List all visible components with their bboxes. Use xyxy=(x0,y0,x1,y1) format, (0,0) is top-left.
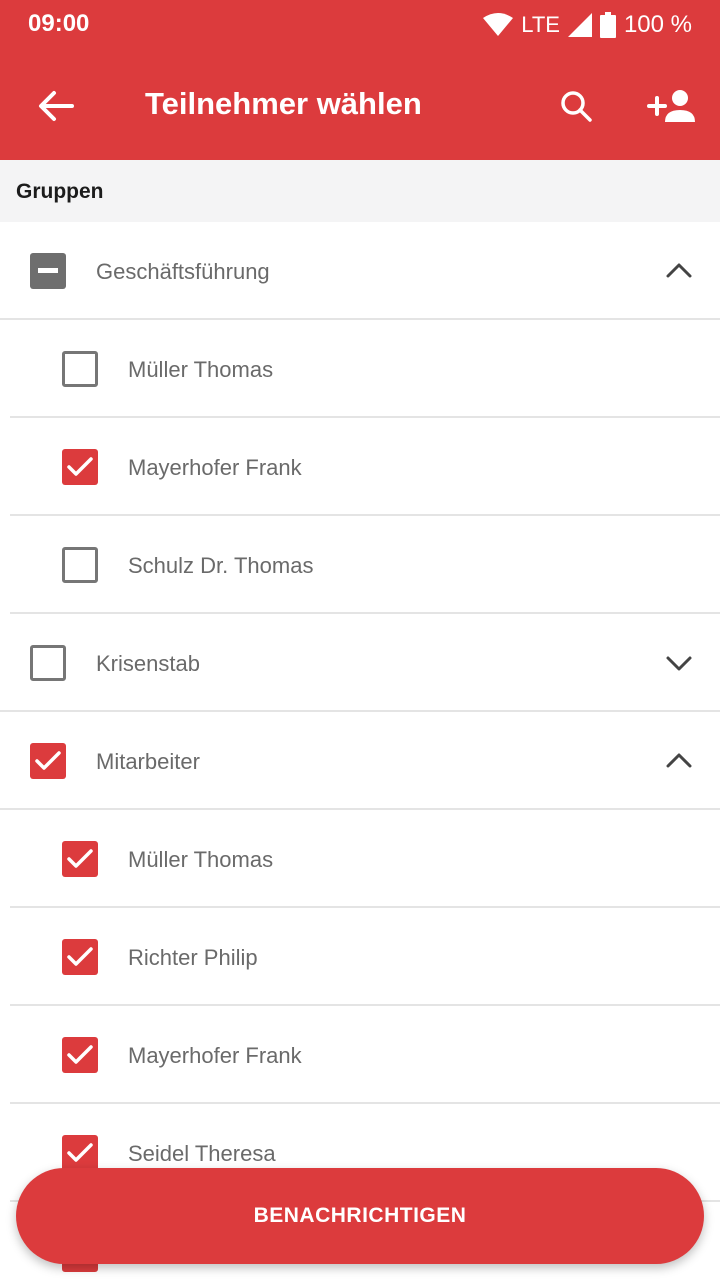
member-checkbox[interactable] xyxy=(62,841,98,877)
member-label: Richter Philip xyxy=(128,945,258,970)
search-icon xyxy=(561,91,592,122)
chevron-up-icon[interactable] xyxy=(664,746,694,776)
member-label: Mayerhofer Frank xyxy=(128,455,302,480)
section-header: Gruppen xyxy=(0,160,720,222)
group-label: Mitarbeiter xyxy=(96,749,200,774)
checkmark-icon xyxy=(67,947,93,966)
network-type: LTE xyxy=(521,12,560,37)
member-checkbox[interactable] xyxy=(62,939,98,975)
battery-level: 100 % xyxy=(623,11,692,38)
notify-button[interactable]: BENACHRICHTIGEN xyxy=(16,1168,704,1264)
member-label: Mayerhofer Frank xyxy=(128,1043,302,1068)
group-label: Krisenstab xyxy=(96,651,200,676)
status-bar: 09:00 LTE 100 % xyxy=(0,0,720,50)
page-title: Teilnehmer wählen xyxy=(145,86,422,121)
member-row[interactable]: Mayerhofer Frank xyxy=(0,418,720,516)
search-button[interactable] xyxy=(556,86,596,126)
chevron-down-icon[interactable] xyxy=(664,648,694,678)
status-indicators: LTE 100 % xyxy=(483,10,692,40)
wifi-icon xyxy=(483,13,514,36)
checkmark-icon xyxy=(67,1045,93,1064)
member-checkbox[interactable] xyxy=(62,449,98,485)
group-row-krisenstab[interactable]: Krisenstab xyxy=(0,614,720,712)
signal-icon xyxy=(567,13,592,37)
notify-button-label: BENACHRICHTIGEN xyxy=(253,1204,467,1227)
member-row[interactable]: Müller Thomas xyxy=(0,320,720,418)
arrow-left-icon xyxy=(39,91,74,121)
app-bar: 09:00 LTE 100 % Teilnehmer wählen xyxy=(0,0,720,160)
member-checkbox[interactable] xyxy=(62,547,98,583)
chevron-up-icon[interactable] xyxy=(664,256,694,286)
member-checkbox[interactable] xyxy=(62,351,98,387)
back-button[interactable] xyxy=(36,86,76,126)
checkmark-icon xyxy=(67,457,93,476)
member-label: Schulz Dr. Thomas xyxy=(128,553,314,578)
member-label: Müller Thomas xyxy=(128,847,274,872)
member-checkbox[interactable] xyxy=(62,1135,98,1171)
group-row-mitarbeiter[interactable]: Mitarbeiter xyxy=(0,712,720,810)
section-title: Gruppen xyxy=(16,180,104,203)
member-row[interactable]: Müller Thomas xyxy=(0,810,720,908)
add-participant-button[interactable] xyxy=(646,84,698,128)
checkmark-icon xyxy=(67,1143,93,1162)
checkmark-icon xyxy=(67,849,93,868)
member-row[interactable]: Mayerhofer Frank xyxy=(0,1006,720,1104)
group-row-geschaeftsfuehrung[interactable]: Geschäftsführung xyxy=(0,222,720,320)
member-row[interactable]: Richter Philip xyxy=(0,908,720,1006)
member-label: Seidel Theresa xyxy=(128,1141,276,1166)
member-label: Müller Thomas xyxy=(128,357,274,382)
minus-icon xyxy=(38,268,58,273)
checkmark-icon xyxy=(35,751,61,770)
group-label: Geschäftsführung xyxy=(96,259,270,284)
member-checkbox[interactable] xyxy=(62,1037,98,1073)
group-checkbox[interactable] xyxy=(30,743,66,779)
battery-icon xyxy=(599,12,616,38)
add-person-icon xyxy=(647,90,695,122)
group-checkbox[interactable] xyxy=(30,645,66,681)
status-time: 09:00 xyxy=(28,10,90,37)
group-checkbox[interactable] xyxy=(30,253,66,289)
member-row[interactable]: Schulz Dr. Thomas xyxy=(0,516,720,614)
